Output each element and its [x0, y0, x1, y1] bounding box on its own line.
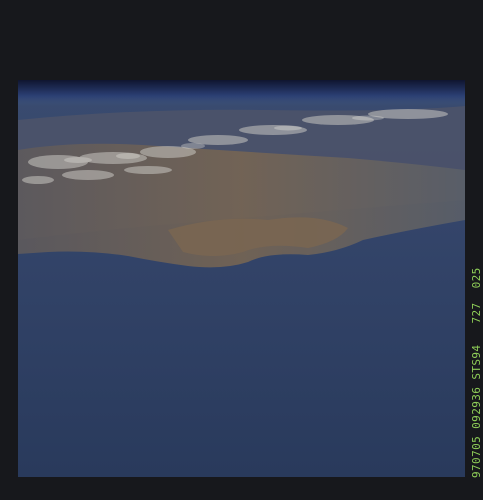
- frame-code-text: 970705 092936 STS94 727 025: [470, 267, 483, 478]
- film-frame-code: 970705 092936 STS94 727 025: [470, 160, 483, 480]
- earth-photograph: [18, 80, 465, 477]
- film-frame: 970705 092936 STS94 727 025: [0, 0, 483, 500]
- earth-image: [18, 80, 465, 477]
- atmosphere-limb: [18, 80, 465, 106]
